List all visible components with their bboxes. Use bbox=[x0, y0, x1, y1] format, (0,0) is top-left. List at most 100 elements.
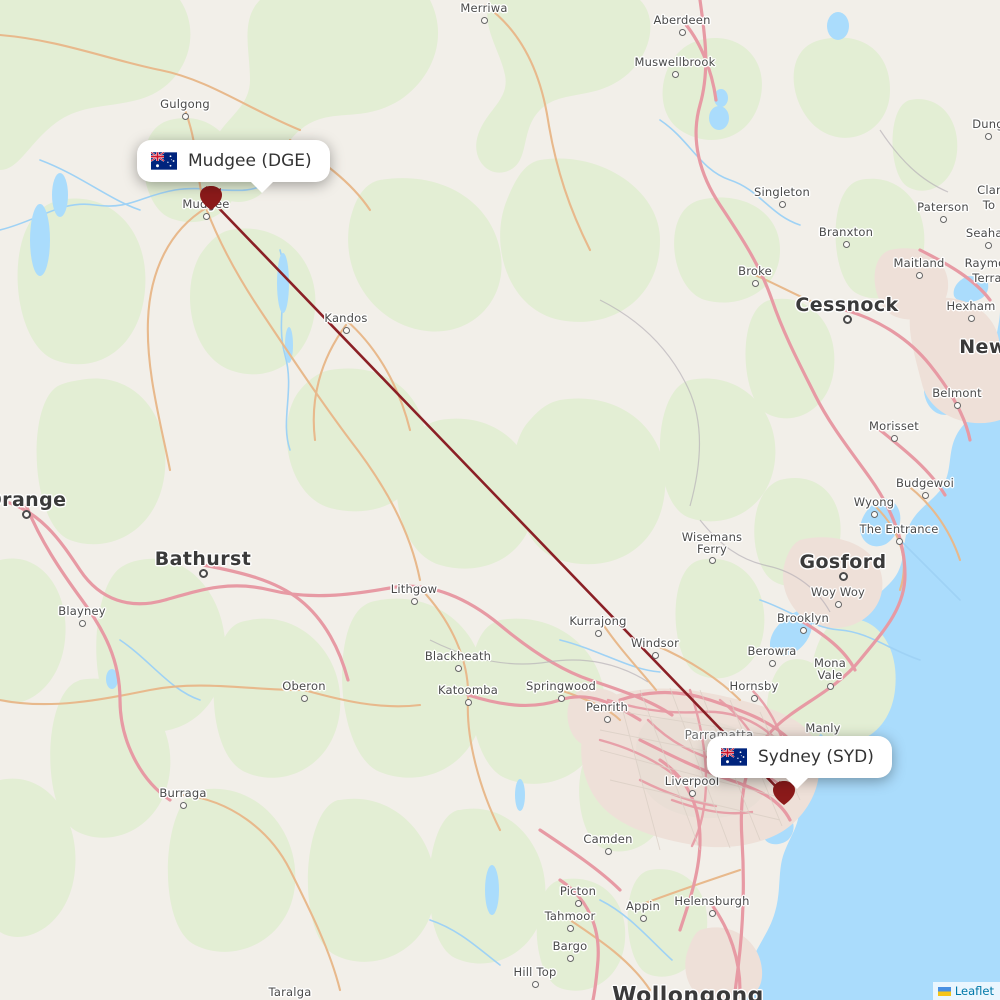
place-label: Paterson bbox=[917, 200, 969, 214]
place-label: Manly bbox=[805, 721, 841, 735]
place-label: Brooklyn bbox=[777, 611, 829, 625]
place-label: Seahan bbox=[965, 226, 1000, 240]
airport-marker-origin[interactable] bbox=[198, 185, 224, 211]
place-label: Picton bbox=[559, 884, 597, 898]
airport-popup-origin[interactable]: Mudgee (DGE) bbox=[137, 140, 330, 193]
place-label: Windsor bbox=[630, 636, 680, 650]
place-dot-icon bbox=[778, 200, 786, 208]
place-dot-icon bbox=[198, 568, 208, 578]
place-dot-icon bbox=[678, 28, 686, 36]
place-label: Terra bbox=[972, 271, 1000, 285]
place-dot-icon bbox=[708, 909, 716, 917]
place-label: New bbox=[959, 336, 1000, 358]
place-label: Blackheath bbox=[424, 649, 492, 663]
place-label: Wisemans bbox=[681, 530, 743, 544]
place-label: Tahmoor bbox=[544, 909, 596, 923]
place-dot-icon bbox=[671, 70, 679, 78]
place-dot-icon bbox=[594, 629, 602, 637]
place-label: Blayney bbox=[58, 604, 106, 618]
place-label: Dung bbox=[972, 117, 1000, 131]
place-dot-icon bbox=[202, 212, 210, 220]
popup-pointer bbox=[784, 776, 810, 789]
place-label: Bathurst bbox=[154, 548, 252, 570]
place-dot-icon bbox=[751, 279, 759, 287]
place-label: Springwood bbox=[526, 679, 596, 693]
place-dot-icon bbox=[566, 924, 574, 932]
place-dot-icon bbox=[688, 789, 696, 797]
place-label: Hornsby bbox=[729, 679, 779, 693]
place-label: Taralga bbox=[268, 985, 312, 999]
place-dot-icon bbox=[454, 664, 462, 672]
place-label: The Entrance bbox=[859, 522, 939, 536]
place-dot-icon bbox=[708, 556, 716, 564]
place-label: Aberdeen bbox=[653, 13, 711, 27]
place-dot-icon bbox=[410, 597, 418, 605]
place-dot-icon bbox=[651, 651, 659, 659]
place-dot-icon bbox=[953, 401, 961, 409]
place-dot-icon bbox=[838, 571, 848, 581]
place-dot-icon bbox=[768, 659, 776, 667]
place-label: Lithgow bbox=[390, 582, 438, 596]
place-label: Hexham bbox=[946, 299, 996, 313]
place-label: Vale bbox=[817, 668, 843, 682]
popup-pointer bbox=[249, 180, 275, 193]
place-dot-icon bbox=[574, 899, 582, 907]
place-label: Orange bbox=[0, 489, 67, 511]
place-label: Camden bbox=[583, 832, 633, 846]
place-dot-icon bbox=[826, 682, 834, 690]
place-label: Morisset bbox=[868, 419, 920, 433]
place-dot-icon bbox=[984, 132, 992, 140]
place-label: Raymo bbox=[964, 256, 1000, 270]
leaflet-attribution[interactable]: Leaflet bbox=[932, 982, 1000, 1000]
place-dot-icon bbox=[870, 510, 878, 518]
place-label: Wyong bbox=[853, 495, 895, 509]
place-dot-icon bbox=[179, 801, 187, 809]
place-label: Woy Woy bbox=[810, 585, 866, 599]
place-label: Ferry bbox=[696, 542, 728, 556]
place-label: Maitland bbox=[893, 256, 945, 270]
place-label: Penrith bbox=[585, 700, 629, 714]
place-label: Singleton bbox=[754, 185, 810, 199]
place-dot-icon bbox=[799, 626, 807, 634]
airport-popup-label-destination: Sydney (SYD) bbox=[758, 747, 874, 767]
place-label: Katoomba bbox=[437, 683, 499, 697]
airport-popup-destination[interactable]: Sydney (SYD) bbox=[707, 736, 892, 789]
place-label: Branxton bbox=[818, 225, 874, 239]
place-dot-icon bbox=[915, 271, 923, 279]
place-dot-icon bbox=[967, 314, 975, 322]
place-label: Merriwa bbox=[460, 1, 508, 15]
place-label: Kurrajong bbox=[569, 614, 627, 628]
place-dot-icon bbox=[566, 954, 574, 962]
place-dot-icon bbox=[21, 509, 31, 519]
place-dot-icon bbox=[842, 240, 850, 248]
place-label: Broke bbox=[738, 264, 772, 278]
place-label: Gosford bbox=[799, 551, 887, 573]
place-label: Oberon bbox=[282, 679, 326, 693]
place-label: Burraga bbox=[159, 786, 207, 800]
place-label: Cessnock bbox=[795, 294, 899, 316]
leaflet-flag-icon bbox=[937, 986, 951, 996]
leaflet-attribution-label: Leaflet bbox=[954, 984, 994, 998]
place-label: Belmont bbox=[932, 386, 982, 400]
airport-popup-label-origin: Mudgee (DGE) bbox=[188, 151, 312, 171]
place-dot-icon bbox=[842, 314, 852, 324]
place-dot-icon bbox=[921, 491, 929, 499]
map-canvas[interactable]: Merriwa Aberdeen Muswellbrook Gulgong Dung Si… bbox=[0, 0, 1000, 1000]
place-label: Budgewoi bbox=[895, 476, 955, 490]
place-dot-icon bbox=[984, 241, 992, 249]
place-label: Berowra bbox=[747, 644, 797, 658]
place-dot-icon bbox=[557, 694, 565, 702]
place-dot-icon bbox=[639, 914, 647, 922]
place-dot-icon bbox=[895, 537, 903, 545]
place-label: Appin bbox=[626, 899, 660, 913]
place-dot-icon bbox=[531, 980, 539, 988]
place-dot-icon bbox=[300, 694, 308, 702]
place-dot-icon bbox=[480, 16, 488, 24]
place-dot-icon bbox=[464, 698, 472, 706]
place-label: Wollongong bbox=[612, 983, 764, 1000]
place-dot-icon bbox=[603, 715, 611, 723]
australia-flag-icon bbox=[721, 748, 747, 766]
place-label: Mona bbox=[813, 656, 847, 670]
place-dot-icon bbox=[78, 619, 86, 627]
place-dot-icon bbox=[181, 112, 189, 120]
